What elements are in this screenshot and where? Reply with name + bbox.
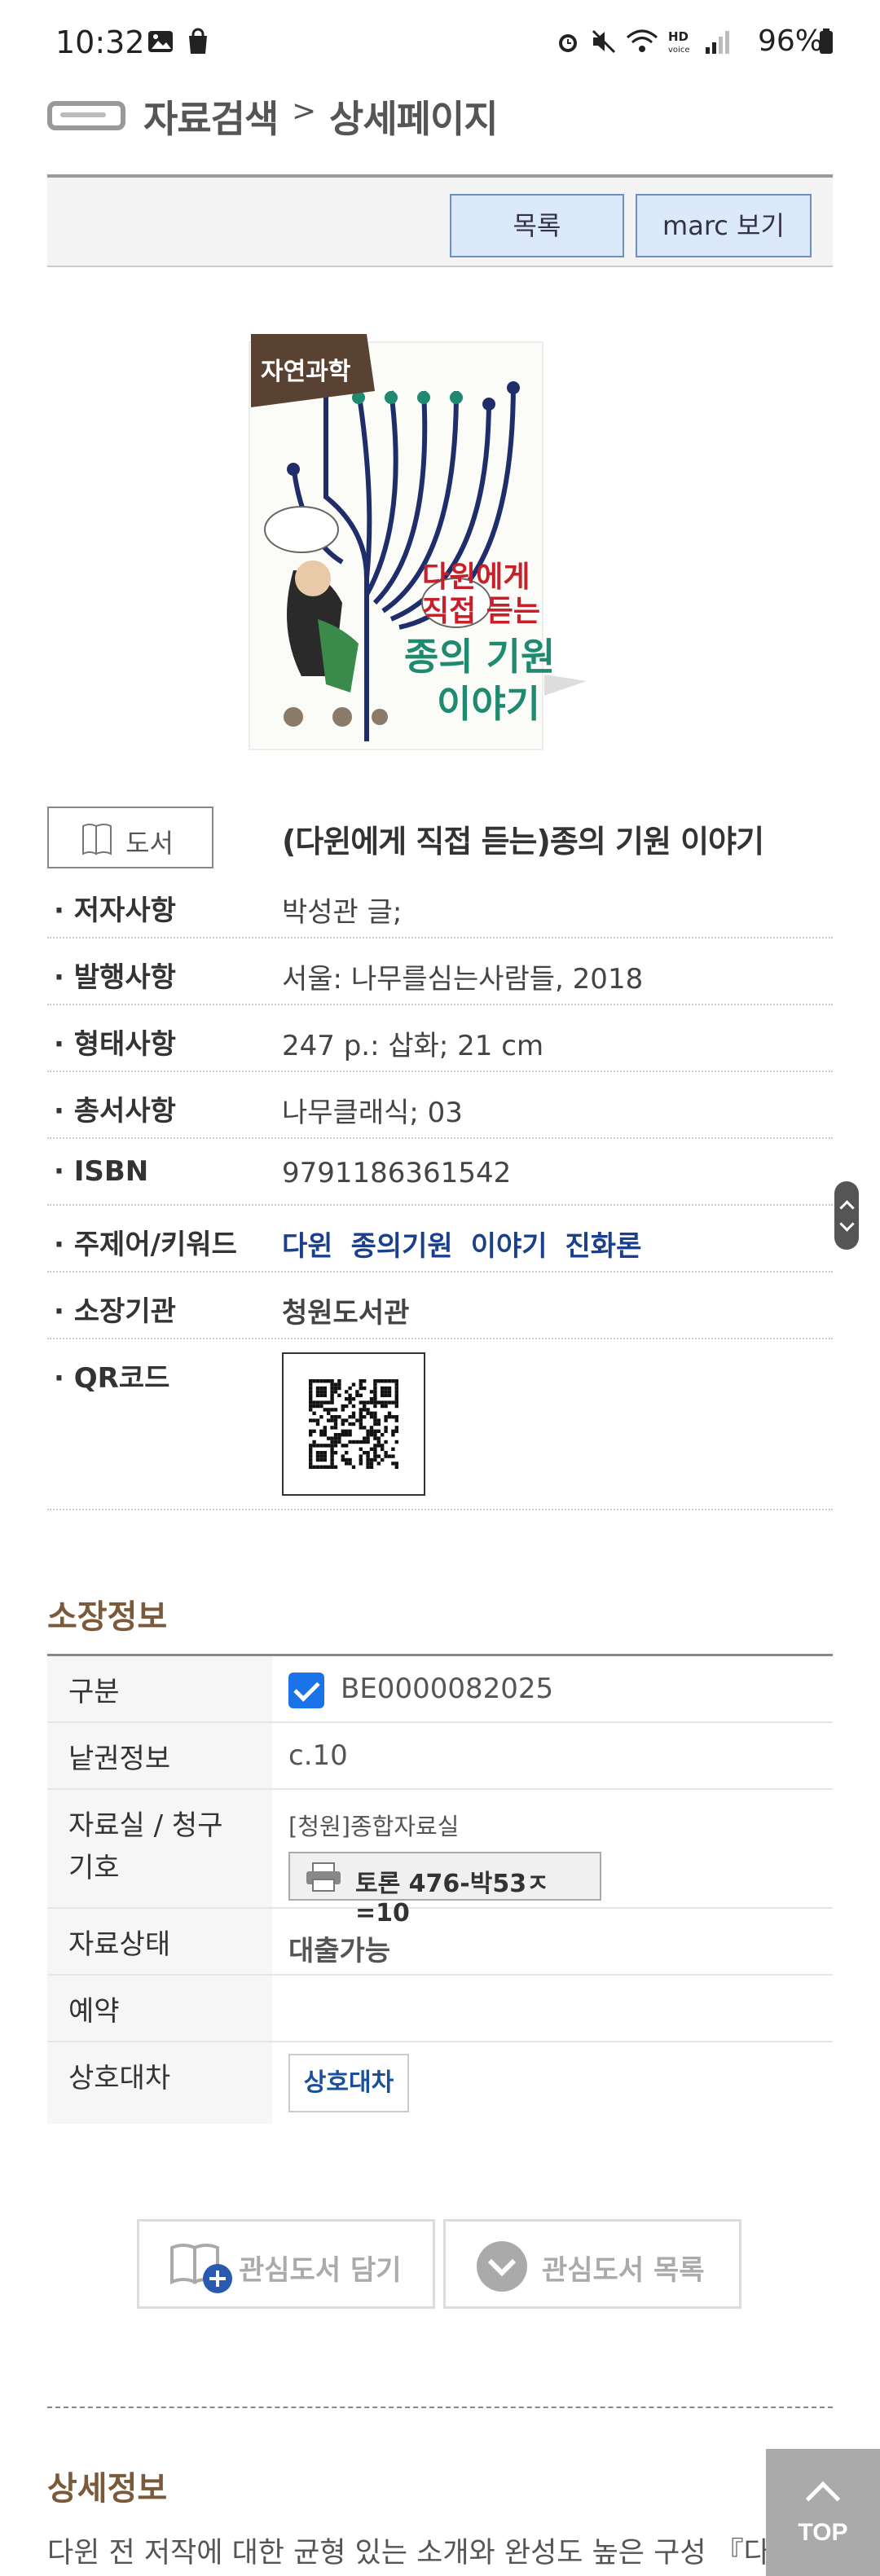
holding-row-reserve: 예약 (47, 1976, 833, 2042)
add-favorite-label: 관심도서 담기 (239, 2254, 402, 2287)
detail-label: · 주제어/키워드 (54, 1229, 237, 1261)
detail-value: 박성관 글; (282, 896, 403, 929)
detail-row-author: · 저자사항 박성관 글; (47, 872, 833, 939)
breadcrumb-separator: > (292, 95, 317, 128)
favorite-list-label: 관심도서 목록 (542, 2254, 705, 2287)
holding-label: 예약 (68, 1995, 120, 2028)
signal-icon (706, 31, 729, 54)
scroll-top-button[interactable]: TOP (766, 2449, 880, 2576)
cover-title-line3: 종의 기원 (404, 635, 555, 679)
keyword-link[interactable]: 종의기원 (351, 1230, 453, 1263)
breadcrumb-search[interactable]: 자료검색 (143, 90, 279, 143)
printer-icon (306, 1862, 341, 1892)
add-favorite-button[interactable]: 관심도서 담기 (137, 2219, 435, 2309)
holding-label: 자료상태 (68, 1928, 171, 1961)
cover-title-line1: 다윈에게 (422, 560, 530, 594)
detail-label: · 총서사항 (54, 1095, 176, 1128)
status-bar: 10:32 HD voice 96% (0, 0, 880, 85)
toolbar: 목록 marc 보기 (47, 174, 833, 267)
material-type-label: 도서 (125, 828, 174, 859)
arrow-up-icon (805, 2481, 841, 2517)
alarm-icon (559, 34, 577, 52)
breadcrumb-current: 상세페이지 (329, 97, 499, 141)
material-type-badge: 도서 (47, 807, 213, 868)
detail-row-library: · 소장기관 청원도서관 (47, 1273, 833, 1339)
cover-badge: 자연과학 (261, 358, 351, 386)
scroll-top-label: TOP (798, 2519, 848, 2546)
detail-label: · 발행사항 (54, 961, 176, 994)
list-button[interactable]: 목록 (450, 194, 624, 257)
details-text: 다윈 전 저작에 대한 균형 있는 소개와 완성도 높은 구성 『다윈에 (47, 2537, 823, 2569)
qr-code-image (282, 1352, 425, 1496)
favorite-list-button[interactable]: 관심도서 목록 (443, 2219, 741, 2309)
marc-view-button[interactable]: marc 보기 (636, 194, 812, 257)
holding-label: 자료실 / 청구 기호 (68, 1809, 223, 1884)
library-link[interactable]: 청원도서관 (282, 1290, 409, 1330)
select-checkbox[interactable] (288, 1673, 324, 1708)
detail-value: 나무클래식; 03 (282, 1097, 463, 1129)
keyword-link[interactable]: 이야기 (471, 1230, 548, 1263)
book-icon (82, 824, 112, 855)
book-cover-image: 자연과학 다윈에게 직접 듣는 종의 기원 이야기 (244, 334, 587, 758)
add-book-icon (170, 2244, 232, 2293)
shopping-bag-icon (189, 28, 207, 54)
chevron-down-icon (477, 2241, 527, 2292)
cover-title-line2: 직접 듣는 (422, 595, 540, 628)
holding-row-status: 자료상태 대출가능 (47, 1909, 833, 1976)
detail-row-isbn: · ISBN 9791186361542 (47, 1139, 833, 1206)
room-value: [청원]종합자료실 (288, 1813, 460, 1840)
detail-label: · QR코드 (54, 1362, 170, 1395)
detail-value: 247 p.: 삽화; 21 cm (282, 1030, 544, 1062)
print-call-number-button[interactable]: 토론 476-박53ㅈ=10 (288, 1852, 601, 1928)
holding-section-title: 소장정보 (47, 1598, 168, 1636)
detail-row-series: · 총서사항 나무클래식; 03 (47, 1072, 833, 1139)
holding-table: 구분 BE0000082025 낱권정보 c.10 자료실 / 청구 기호 [청… (47, 1654, 833, 2124)
detail-row-publication: · 발행사항 서울: 나무를심는사람들, 2018 (47, 939, 833, 1005)
book-title: (다윈에게 직접 듣는)종의 기원 이야기 (282, 824, 764, 859)
gallery-icon (148, 31, 173, 52)
svg-text:voice: voice (668, 46, 689, 55)
section-divider (47, 2407, 833, 2408)
detail-label: · 형태사항 (54, 1028, 176, 1061)
cover-title-line4: 이야기 (437, 682, 540, 726)
battery-icon (820, 29, 833, 54)
mute-icon (592, 29, 616, 54)
volume-value: c.10 (288, 1739, 348, 1772)
availability-status: 대출가능 (288, 1935, 391, 1967)
holding-label: 구분 (68, 1676, 120, 1708)
holding-label: 상호대차 (68, 2062, 171, 2095)
status-time: 10:32 (55, 24, 145, 60)
keyword-link[interactable]: 진화론 (565, 1230, 642, 1263)
svg-text:HD: HD (668, 29, 689, 44)
wifi-icon (627, 29, 658, 52)
detail-row-physical: · 형태사항 247 p.: 삽화; 21 cm (47, 1005, 833, 1072)
registration-number: BE0000082025 (341, 1673, 554, 1705)
detail-value: 서울: 나무를심는사람들, 2018 (282, 963, 644, 996)
detail-row-qrcode: · QR코드 (47, 1339, 833, 1510)
detail-label: · 저자사항 (54, 895, 176, 927)
hd-voice-icon: HD voice (668, 29, 689, 55)
holding-row-type: 구분 BE0000082025 (47, 1656, 833, 1723)
detail-label: · ISBN (54, 1155, 149, 1188)
detail-value: 9791186361542 (282, 1157, 512, 1189)
holding-label: 낱권정보 (68, 1743, 171, 1775)
detail-row-keywords: · 주제어/키워드 다윈 종의기원 이야기 진화론 (47, 1206, 833, 1273)
details-section-title: 상세정보 (47, 2470, 168, 2508)
holding-row-volume: 낱권정보 c.10 (47, 1723, 833, 1790)
keyword-link[interactable]: 다윈 (282, 1230, 333, 1263)
menu-icon[interactable] (47, 101, 125, 130)
page-header: 자료검색 > 상세페이지 (47, 90, 833, 143)
interlibrary-loan-button[interactable]: 상호대차 (288, 2054, 409, 2112)
detail-label: · 소장기관 (54, 1295, 176, 1328)
scroll-handle[interactable] (834, 1181, 859, 1250)
keyword-list: 다윈 종의기원 이야기 진화론 (282, 1224, 659, 1264)
battery-percent: 96% (757, 24, 823, 58)
holding-row-interlibrary: 상호대차 상호대차 (47, 2042, 833, 2124)
holding-row-location: 자료실 / 청구 기호 [청원]종합자료실 토론 476-박53ㅈ=10 (47, 1790, 833, 1928)
